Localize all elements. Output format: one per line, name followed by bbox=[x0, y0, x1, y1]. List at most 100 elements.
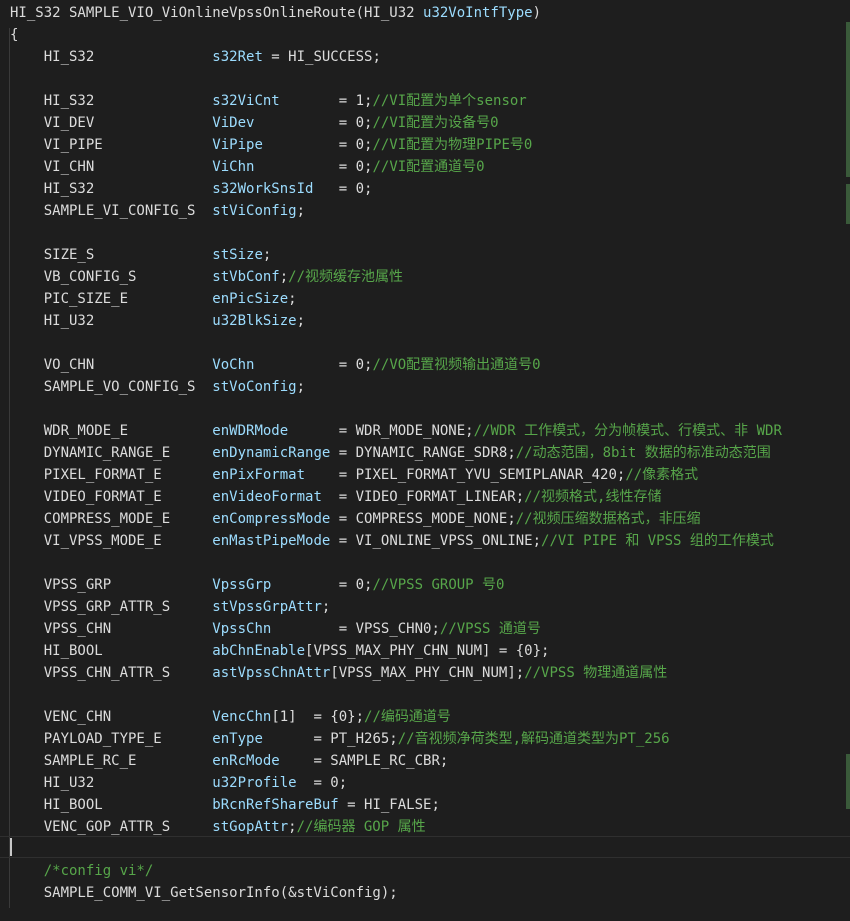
code-identifier: stVoConfig bbox=[212, 379, 297, 395]
code-line[interactable]: HI_S32 s32ViCnt = 1;//VI配置为单个sensor bbox=[10, 90, 527, 112]
code-line[interactable]: VI_DEV ViDev = 0;//VI配置为设备号0 bbox=[10, 112, 499, 134]
code-line[interactable]: WDR_MODE_E enWDRMode = WDR_MODE_NONE;//W… bbox=[10, 420, 782, 442]
code-text: = 0; bbox=[262, 137, 373, 153]
code-text: ; bbox=[296, 313, 306, 329]
code-line[interactable]: VB_CONFIG_S stVbConf;//视频缓存池属性 bbox=[10, 266, 403, 288]
code-identifier: s32Ret bbox=[212, 49, 263, 65]
code-line[interactable]: HI_S32 s32Ret = HI_SUCCESS; bbox=[10, 46, 381, 68]
code-text: VPSS_GRP bbox=[10, 577, 213, 593]
code-line[interactable]: HI_BOOL bRcnRefShareBuf = HI_FALSE; bbox=[10, 794, 440, 816]
code-comment: //像素格式 bbox=[625, 467, 699, 483]
code-line[interactable]: COMPRESS_MODE_E enCompressMode = COMPRES… bbox=[10, 508, 701, 530]
code-line[interactable]: PIC_SIZE_E enPicSize; bbox=[10, 288, 297, 310]
code-identifier: enPicSize bbox=[212, 291, 289, 307]
code-line[interactable]: HI_BOOL abChnEnable[VPSS_MAX_PHY_CHN_NUM… bbox=[10, 640, 550, 662]
code-line[interactable]: VIDEO_FORMAT_E enVideoFormat = VIDEO_FOR… bbox=[10, 486, 662, 508]
code-identifier: ViPipe bbox=[212, 137, 263, 153]
code-comment: //VI PIPE 和 VPSS 组的工作模式 bbox=[541, 533, 774, 549]
code-line[interactable]: SIZE_S stSize; bbox=[10, 244, 272, 266]
code-comment: //VPSS GROUP 号0 bbox=[372, 577, 505, 593]
code-identifier: VoChn bbox=[212, 357, 255, 373]
code-text: HI_U32 bbox=[10, 775, 213, 791]
code-text: ; bbox=[321, 599, 331, 615]
code-line[interactable]: VI_PIPE ViPipe = 0;//VI配置为物理PIPE号0 bbox=[10, 134, 533, 156]
code-line[interactable]: VENC_GOP_ATTR_S stGopAttr;//编码器 GOP 属性 bbox=[10, 816, 426, 838]
scrollbar-change-marker[interactable] bbox=[846, 22, 850, 177]
code-text: VI_DEV bbox=[10, 115, 213, 131]
code-line[interactable]: VI_CHN ViChn = 0;//VI配置通道号0 bbox=[10, 156, 485, 178]
code-line[interactable]: SAMPLE_VI_CONFIG_S stViConfig; bbox=[10, 200, 305, 222]
code-identifier: enPixFormat bbox=[212, 467, 306, 483]
code-comment: //视频格式,线性存储 bbox=[524, 489, 662, 505]
code-line[interactable]: PAYLOAD_TYPE_E enType = PT_H265;//音视频净荷类… bbox=[10, 728, 670, 750]
code-line[interactable]: HI_U32 u32Profile = 0; bbox=[10, 772, 347, 794]
code-text: = 0; bbox=[254, 159, 373, 175]
code-text: HI_BOOL bbox=[10, 797, 213, 813]
code-identifier: enWDRMode bbox=[212, 423, 289, 439]
code-text: = 0; bbox=[313, 181, 373, 197]
code-text: = VIDEO_FORMAT_LINEAR; bbox=[321, 489, 525, 505]
code-text: = HI_FALSE; bbox=[338, 797, 440, 813]
code-text: VI_CHN bbox=[10, 159, 213, 175]
code-text: = SAMPLE_RC_CBR; bbox=[279, 753, 449, 769]
code-text: ; bbox=[288, 291, 297, 307]
code-line[interactable]: VENC_CHN VencChn[1] = {0};//编码通道号 bbox=[10, 706, 451, 728]
code-line[interactable]: PIXEL_FORMAT_E enPixFormat = PIXEL_FORMA… bbox=[10, 464, 698, 486]
code-text: [1] = {0}; bbox=[271, 709, 365, 725]
code-editor[interactable]: HI_S32 SAMPLE_VIO_ViOnlineVpssOnlineRout… bbox=[0, 0, 850, 921]
code-identifier: enDynamicRange bbox=[212, 445, 331, 461]
code-text: = DYNAMIC_RANGE_SDR8; bbox=[330, 445, 516, 461]
code-line[interactable]: VPSS_CHN VpssChn = VPSS_CHN0;//VPSS 通道号 bbox=[10, 618, 541, 640]
code-comment: //音视频净荷类型,解码通道类型为PT_256 bbox=[397, 731, 670, 747]
code-identifier: enType bbox=[212, 731, 263, 747]
code-line[interactable]: VPSS_GRP VpssGrp = 0;//VPSS GROUP 号0 bbox=[10, 574, 505, 596]
code-text: VIDEO_FORMAT_E bbox=[10, 489, 213, 505]
scrollbar-change-marker[interactable] bbox=[846, 184, 850, 224]
code-identifier: u32VoIntfType bbox=[423, 5, 533, 21]
code-text: = 0; bbox=[271, 577, 373, 593]
code-line[interactable]: VPSS_CHN_ATTR_S astVpssChnAttr[VPSS_MAX_… bbox=[10, 662, 668, 684]
code-identifier: bRcnRefShareBuf bbox=[212, 797, 339, 813]
code-comment: //VI配置通道号0 bbox=[372, 159, 485, 175]
code-identifier: stVbConf bbox=[212, 269, 280, 285]
code-line[interactable]: DYNAMIC_RANGE_E enDynamicRange = DYNAMIC… bbox=[10, 442, 771, 464]
code-text: = PIXEL_FORMAT_YVU_SEMIPLANAR_420; bbox=[305, 467, 626, 483]
code-text: VPSS_CHN_ATTR_S bbox=[10, 665, 213, 681]
code-identifier: u32BlkSize bbox=[212, 313, 297, 329]
code-text: = 0; bbox=[254, 357, 373, 373]
code-line[interactable]: SAMPLE_VO_CONFIG_S stVoConfig; bbox=[10, 376, 305, 398]
code-comment: //视频缓存池属性 bbox=[288, 269, 404, 285]
code-text: PAYLOAD_TYPE_E bbox=[10, 731, 213, 747]
code-line[interactable]: HI_S32 SAMPLE_VIO_ViOnlineVpssOnlineRout… bbox=[10, 2, 541, 24]
code-line[interactable]: SAMPLE_RC_E enRcMode = SAMPLE_RC_CBR; bbox=[10, 750, 449, 772]
scrollbar-change-marker[interactable] bbox=[846, 754, 850, 809]
code-identifier: VpssGrp bbox=[212, 577, 272, 593]
code-text: HI_S32 bbox=[10, 49, 213, 65]
code-line[interactable]: /*config vi*/ bbox=[10, 860, 154, 882]
code-text: = 0; bbox=[296, 775, 348, 791]
code-comment: //VPSS 通道号 bbox=[439, 621, 541, 637]
code-text: ; bbox=[288, 819, 297, 835]
code-line[interactable]: VO_CHN VoChn = 0;//VO配置视频输出通道号0 bbox=[10, 354, 541, 376]
code-text: HI_S32 SAMPLE_VIO_ViOnlineVpssOnlineRout… bbox=[10, 5, 424, 21]
code-text: PIXEL_FORMAT_E bbox=[10, 467, 213, 483]
code-comment: //WDR 工作模式，分为帧模式、行模式、非 WDR bbox=[473, 423, 782, 439]
code-line[interactable]: VPSS_GRP_ATTR_S stVpssGrpAttr; bbox=[10, 596, 331, 618]
code-line[interactable]: VI_VPSS_MODE_E enMastPipeMode = VI_ONLIN… bbox=[10, 530, 774, 552]
code-line[interactable]: SAMPLE_COMM_VI_GetSensorInfo(&stViConfig… bbox=[10, 882, 398, 904]
code-comment: /*config vi*/ bbox=[10, 863, 154, 879]
code-text: HI_BOOL bbox=[10, 643, 213, 659]
code-identifier: stSize bbox=[212, 247, 263, 263]
code-text: SAMPLE_VI_CONFIG_S bbox=[10, 203, 213, 219]
code-identifier: s32WorkSnsId bbox=[212, 181, 314, 197]
code-text: ; bbox=[262, 247, 272, 263]
code-identifier: stGopAttr bbox=[212, 819, 289, 835]
code-text: VENC_CHN bbox=[10, 709, 213, 725]
code-text: HI_S32 bbox=[10, 181, 213, 197]
code-line[interactable]: { bbox=[10, 24, 18, 46]
code-line[interactable]: HI_U32 u32BlkSize; bbox=[10, 310, 305, 332]
code-line[interactable]: HI_S32 s32WorkSnsId = 0; bbox=[10, 178, 373, 200]
text-caret bbox=[10, 838, 12, 856]
code-identifier: VencChn bbox=[212, 709, 272, 725]
code-identifier: stViConfig bbox=[212, 203, 297, 219]
